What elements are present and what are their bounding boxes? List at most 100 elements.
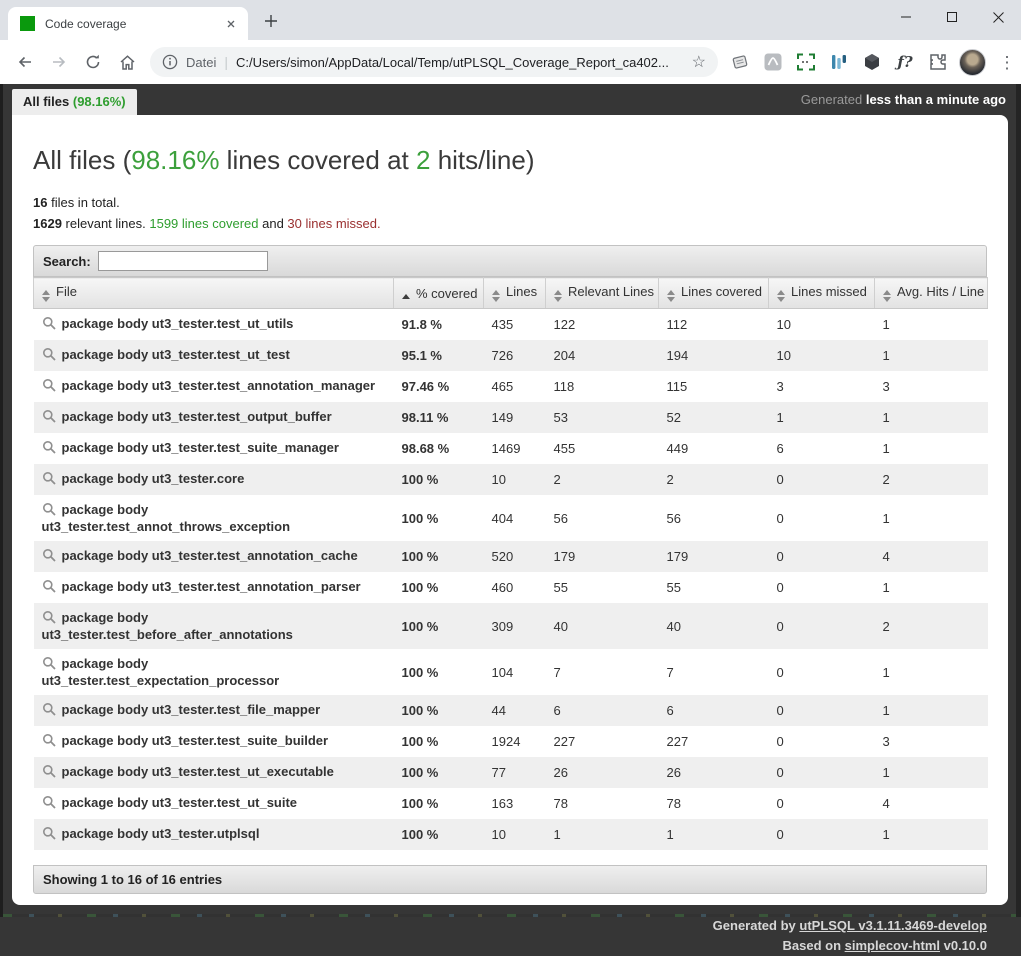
lines-missed-cell: 10 xyxy=(769,309,875,341)
coverage-table: File % covered Lines Relevant Lines Line… xyxy=(33,277,988,850)
page-title: All files (98.16% lines covered at 2 hit… xyxy=(33,145,987,176)
column-header[interactable]: Relevant Lines xyxy=(546,278,659,309)
column-header[interactable]: % covered xyxy=(394,278,484,309)
file-link[interactable]: package body ut3_tester.test_output_buff… xyxy=(62,409,332,424)
column-header[interactable]: Lines covered xyxy=(659,278,769,309)
files-total-line: 16 files in total. xyxy=(33,192,987,213)
column-header[interactable]: Lines missed xyxy=(769,278,875,309)
screenshot-extension-icon[interactable] xyxy=(794,50,818,74)
file-cell[interactable]: package body ut3_tester.test_before_afte… xyxy=(34,603,394,649)
home-icon[interactable] xyxy=(112,47,142,77)
file-link[interactable]: package body ut3_tester.test_ut_test xyxy=(62,347,290,362)
avg-hits-cell: 1 xyxy=(875,309,988,341)
function-extension-icon[interactable]: ƒ? xyxy=(893,50,917,74)
file-cell[interactable]: package body ut3_tester.utplsql xyxy=(34,819,394,850)
file-cell[interactable]: package body ut3_tester.test_output_buff… xyxy=(34,402,394,433)
file-link[interactable]: package body ut3_tester.test_ut_utils xyxy=(62,316,294,331)
forward-icon[interactable] xyxy=(44,47,74,77)
file-link[interactable]: package body ut3_tester.test_file_mapper xyxy=(62,702,321,717)
file-cell[interactable]: package body ut3_tester.test_suite_build… xyxy=(34,726,394,757)
file-link[interactable]: package body ut3_tester.test_annotation_… xyxy=(62,378,376,393)
relevant-lines-cell: 26 xyxy=(546,757,659,788)
file-cell[interactable]: package body ut3_tester.test_file_mapper xyxy=(34,695,394,726)
file-cell[interactable]: package body ut3_tester.test_ut_utils xyxy=(34,309,394,341)
lines-cell: 1469 xyxy=(484,433,546,464)
url-text[interactable]: C:/Users/simon/AppData/Local/Temp/utPLSQ… xyxy=(236,55,684,70)
maximize-icon[interactable] xyxy=(929,0,975,34)
file-link[interactable]: package body ut3_tester.test_annot_throw… xyxy=(42,502,291,534)
lines-missed-cell: 6 xyxy=(769,433,875,464)
new-tab-button[interactable] xyxy=(258,11,284,37)
lines-missed-cell: 0 xyxy=(769,603,875,649)
address-bar[interactable]: Datei | C:/Users/simon/AppData/Local/Tem… xyxy=(150,47,718,77)
page-info-icon[interactable] xyxy=(162,54,178,70)
reader-extension-icon[interactable] xyxy=(728,50,752,74)
file-link[interactable]: package body ut3_tester.test_suite_build… xyxy=(62,733,329,748)
lines-covered-cell: 56 xyxy=(659,495,769,541)
relevant-lines-cell: 455 xyxy=(546,433,659,464)
file-link[interactable]: package body ut3_tester.test_suite_manag… xyxy=(62,440,339,455)
all-files-tab[interactable]: All files (98.16%) xyxy=(12,89,137,115)
lines-cell: 460 xyxy=(484,572,546,603)
avg-hits-cell: 4 xyxy=(875,788,988,819)
file-link[interactable]: package body ut3_tester.utplsql xyxy=(62,826,260,841)
avg-hits-cell: 1 xyxy=(875,402,988,433)
pdf-extension-icon[interactable] xyxy=(761,50,785,74)
file-cell[interactable]: package body ut3_tester.test_ut_suite xyxy=(34,788,394,819)
close-icon[interactable] xyxy=(975,0,1021,34)
cube-extension-icon[interactable] xyxy=(860,50,884,74)
file-link[interactable]: package body ut3_tester.test_ut_suite xyxy=(62,795,298,810)
bookmark-star-icon[interactable]: ☆ xyxy=(692,52,706,72)
favicon-icon xyxy=(20,16,35,31)
file-cell[interactable]: package body ut3_tester.test_suite_manag… xyxy=(34,433,394,464)
covered-cell: 100 % xyxy=(394,695,484,726)
browser-tab[interactable]: Code coverage xyxy=(8,7,248,40)
back-icon[interactable] xyxy=(10,47,40,77)
column-header[interactable]: Avg. Hits / Line xyxy=(875,278,988,309)
simplecov-html-link[interactable]: simplecov-html xyxy=(845,938,940,953)
file-link[interactable]: package body ut3_tester.test_before_afte… xyxy=(42,610,293,642)
avg-hits-cell: 3 xyxy=(875,726,988,757)
file-cell[interactable]: package body ut3_tester.test_ut_test xyxy=(34,340,394,371)
column-header[interactable]: File xyxy=(34,278,394,309)
utplsql-version-link[interactable]: utPLSQL v3.1.11.3469-develop xyxy=(799,918,987,933)
tab-coverage-percent: (98.16%) xyxy=(73,94,126,109)
table-row: package body ut3_tester.test_annotation_… xyxy=(34,371,988,402)
minimize-icon[interactable] xyxy=(883,0,929,34)
file-cell[interactable]: package body ut3_tester.core xyxy=(34,464,394,495)
menu-kebab-icon[interactable]: ⋮ xyxy=(995,50,1019,74)
profile-avatar[interactable] xyxy=(959,49,986,76)
magnifier-icon xyxy=(42,347,56,364)
file-cell[interactable]: package body ut3_tester.test_annot_throw… xyxy=(34,495,394,541)
sort-icon xyxy=(554,290,562,302)
file-cell[interactable]: package body ut3_tester.test_expectation… xyxy=(34,649,394,695)
sort-icon xyxy=(492,290,500,302)
relevant-lines-cell: 118 xyxy=(546,371,659,402)
relevant-lines-cell: 55 xyxy=(546,572,659,603)
file-link[interactable]: package body ut3_tester.test_expectation… xyxy=(42,656,280,688)
lines-cell: 149 xyxy=(484,402,546,433)
search-input[interactable] xyxy=(98,251,268,271)
lines-covered-cell: 179 xyxy=(659,541,769,572)
lines-missed-cell: 1 xyxy=(769,402,875,433)
file-link[interactable]: package body ut3_tester.test_annotation_… xyxy=(62,579,361,594)
stats-extension-icon[interactable] xyxy=(827,50,851,74)
extensions-puzzle-icon[interactable] xyxy=(926,50,950,74)
window-scroll-edge[interactable] xyxy=(1016,84,1021,917)
file-cell[interactable]: package body ut3_tester.test_annotation_… xyxy=(34,371,394,402)
tab-close-icon[interactable] xyxy=(222,15,240,33)
reload-icon[interactable] xyxy=(78,47,108,77)
lines-missed-cell: 0 xyxy=(769,495,875,541)
file-link[interactable]: package body ut3_tester.test_ut_executab… xyxy=(62,764,334,779)
file-cell[interactable]: package body ut3_tester.test_ut_executab… xyxy=(34,757,394,788)
covered-cell: 100 % xyxy=(394,819,484,850)
file-link[interactable]: package body ut3_tester.test_annotation_… xyxy=(62,548,358,563)
file-cell[interactable]: package body ut3_tester.test_annotation_… xyxy=(34,541,394,572)
file-cell[interactable]: package body ut3_tester.test_annotation_… xyxy=(34,572,394,603)
table-header-row: File % covered Lines Relevant Lines Line… xyxy=(34,278,988,309)
lines-missed-cell: 0 xyxy=(769,757,875,788)
file-link[interactable]: package body ut3_tester.core xyxy=(62,471,245,486)
column-header[interactable]: Lines xyxy=(484,278,546,309)
lines-covered-cell: 26 xyxy=(659,757,769,788)
avg-hits-cell: 1 xyxy=(875,819,988,850)
